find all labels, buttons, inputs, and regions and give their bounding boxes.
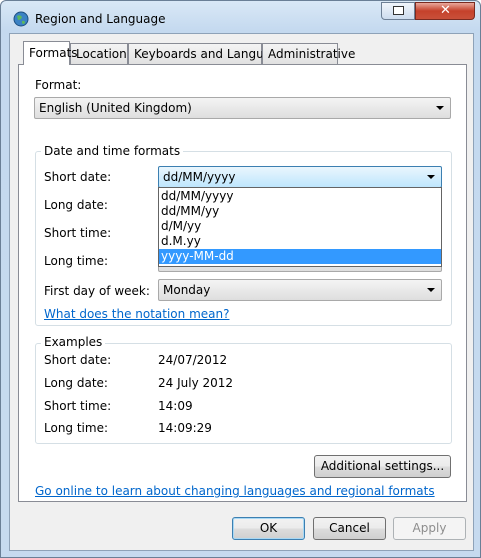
help-icon <box>393 6 404 15</box>
short-date-label: Short date: <box>44 170 112 184</box>
format-label: Format: <box>35 78 82 92</box>
cancel-button[interactable]: Cancel <box>313 517 386 540</box>
title-bar[interactable]: Region and Language ✕ <box>1 1 480 33</box>
notation-help-link[interactable]: What does the notation mean? <box>44 307 229 321</box>
example-short-time-value: 14:09 <box>158 399 193 413</box>
chevron-down-icon <box>436 106 444 110</box>
additional-settings-button[interactable]: Additional settings... <box>314 455 451 478</box>
window-title: Region and Language <box>35 12 166 26</box>
dropdown-option[interactable]: d/M/yy <box>159 219 441 234</box>
short-date-select[interactable]: dd/MM/yyyy <box>158 166 442 188</box>
dropdown-option[interactable]: dd/MM/yyyy <box>159 189 441 204</box>
example-short-date-label: Short date: <box>44 353 112 367</box>
dropdown-option[interactable]: dd/MM/yy <box>159 204 441 219</box>
first-day-of-week-value: Monday <box>163 283 211 297</box>
tab-keyboards-and-languages[interactable]: Keyboards and Languages <box>128 43 292 64</box>
examples-group-title: Examples <box>41 335 106 349</box>
example-short-time-label: Short time: <box>44 399 112 413</box>
example-long-date-label: Long date: <box>44 376 108 390</box>
short-time-label: Short time: <box>44 226 112 240</box>
short-date-dropdown-list[interactable]: dd/MM/yyyy dd/MM/yy d/M/yy d.M.yy yyyy-M… <box>158 187 442 267</box>
ok-button[interactable]: OK <box>232 517 305 540</box>
first-day-of-week-label: First day of week: <box>44 284 150 298</box>
online-help-link[interactable]: Go online to learn about changing langua… <box>35 484 435 498</box>
close-icon: ✕ <box>440 3 451 18</box>
dropdown-option[interactable]: d.M.yy <box>159 234 441 249</box>
tab-location[interactable]: Location <box>70 43 128 64</box>
region-language-window: Region and Language ✕ Formats Location K… <box>0 0 481 558</box>
date-time-group-title: Date and time formats <box>41 144 184 158</box>
short-date-select-value: dd/MM/yyyy <box>163 170 236 184</box>
example-short-date-value: 24/07/2012 <box>158 353 228 367</box>
chevron-down-icon <box>427 288 435 292</box>
long-date-label: Long date: <box>44 198 108 212</box>
tab-formats[interactable]: Formats <box>23 41 78 65</box>
example-long-time-value: 14:09:29 <box>158 421 212 435</box>
help-button[interactable] <box>381 2 415 20</box>
dropdown-option-selected[interactable]: yyyy-MM-dd <box>159 249 441 264</box>
format-select-value: English (United Kingdom) <box>39 101 192 115</box>
long-time-label: Long time: <box>44 254 109 268</box>
example-long-time-label: Long time: <box>44 421 109 435</box>
first-day-of-week-select[interactable]: Monday <box>158 279 442 301</box>
close-button[interactable]: ✕ <box>415 2 475 20</box>
tab-administrative[interactable]: Administrative <box>262 43 355 64</box>
apply-button[interactable]: Apply <box>393 517 466 540</box>
globe-icon <box>13 11 29 27</box>
format-select[interactable]: English (United Kingdom) <box>34 97 451 119</box>
chevron-down-icon <box>427 175 435 179</box>
example-long-date-value: 24 July 2012 <box>158 376 234 390</box>
